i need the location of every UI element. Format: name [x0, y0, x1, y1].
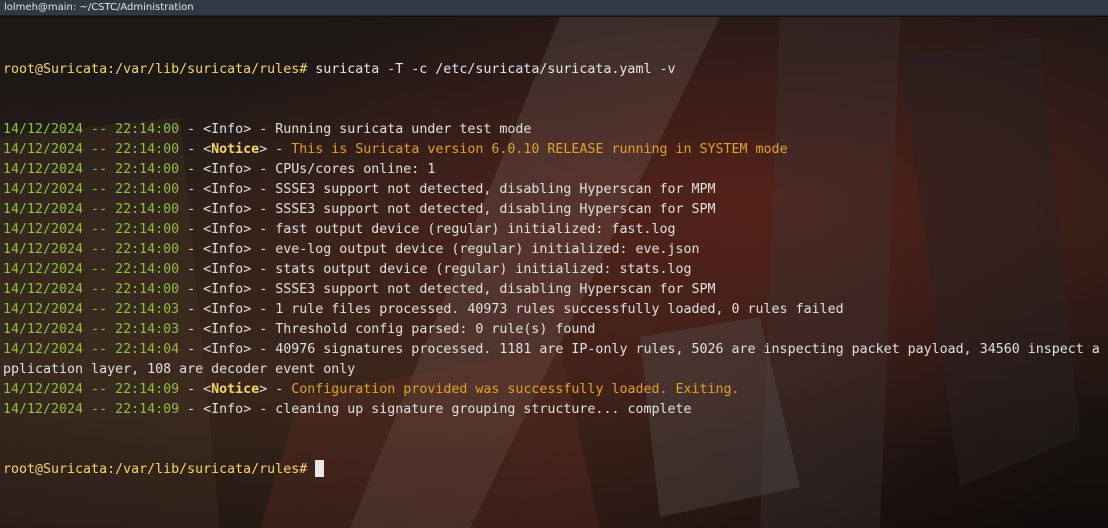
log-timestamp: 14/12/2024 -- 22:14:00: [3, 122, 180, 137]
final-prompt-line: root@Suricata:/var/lib/suricata/rules#: [3, 460, 1105, 480]
log-line: 14/12/2024 -- 22:14:00 - <Info> - stats …: [3, 260, 1105, 280]
log-timestamp: 14/12/2024 -- 22:14:00: [3, 262, 180, 277]
log-separator: - <: [179, 202, 212, 217]
log-separator: - <: [179, 262, 212, 277]
log-separator: - <: [179, 402, 212, 417]
log-message: cleaning up signature grouping structure…: [275, 402, 692, 417]
log-timestamp: 14/12/2024 -- 22:14:00: [3, 142, 180, 157]
terminal-area[interactable]: root@Suricata:/var/lib/suricata/rules# s…: [0, 17, 1108, 528]
log-timestamp: 14/12/2024 -- 22:14:00: [3, 182, 180, 197]
log-separator: > -: [243, 282, 276, 297]
log-timestamp: 14/12/2024 -- 22:14:09: [3, 402, 180, 417]
log-separator: - <: [179, 302, 212, 317]
log-level-tag: Info: [211, 202, 244, 217]
log-separator: > -: [243, 202, 276, 217]
log-level-tag: Info: [211, 282, 244, 297]
log-timestamp: 14/12/2024 -- 22:14:00: [3, 282, 180, 297]
log-level-tag: Info: [211, 222, 244, 237]
log-line: 14/12/2024 -- 22:14:04 - <Info> - 40976 …: [3, 340, 1105, 380]
shell-prompt: root@Suricata:/var/lib/suricata/rules#: [3, 62, 308, 77]
shell-prompt: root@Suricata:/var/lib/suricata/rules#: [3, 462, 308, 477]
log-separator: - <: [179, 142, 212, 157]
log-message: SSSE3 support not detected, disabling Hy…: [275, 282, 716, 297]
log-separator: - <: [179, 242, 212, 257]
log-timestamp: 14/12/2024 -- 22:14:00: [3, 162, 180, 177]
log-level-tag: Info: [211, 162, 244, 177]
log-timestamp: 14/12/2024 -- 22:14:00: [3, 202, 180, 217]
log-level-tag: Notice: [211, 142, 260, 157]
terminal-output: root@Suricata:/var/lib/suricata/rules# s…: [3, 20, 1105, 520]
log-message: fast output device (regular) initialized…: [275, 222, 676, 237]
log-line: 14/12/2024 -- 22:14:00 - <Notice> - This…: [3, 140, 1105, 160]
log-output: 14/12/2024 -- 22:14:00 - <Info> - Runnin…: [3, 120, 1105, 420]
window-title: lolmeh@main: ~/CSTC/Administration: [0, 0, 1108, 16]
text-cursor: [315, 460, 325, 477]
log-separator: - <: [179, 122, 212, 137]
prompt-input-text[interactable]: [307, 462, 315, 477]
log-message: 1 rule files processed. 40973 rules succ…: [275, 302, 844, 317]
log-message: CPUs/cores online: 1: [275, 162, 436, 177]
log-level-tag: Notice: [211, 382, 260, 397]
log-level-tag: Info: [211, 242, 244, 257]
log-message: eve-log output device (regular) initiali…: [275, 242, 700, 257]
log-separator: - <: [179, 222, 212, 237]
log-separator: - <: [179, 342, 212, 357]
log-message: SSSE3 support not detected, disabling Hy…: [275, 202, 716, 217]
log-separator: - <: [179, 162, 212, 177]
log-message: Configuration provided was successfully …: [291, 382, 740, 397]
log-line: 14/12/2024 -- 22:14:00 - <Info> - SSSE3 …: [3, 180, 1105, 200]
log-level-tag: Info: [211, 182, 244, 197]
log-timestamp: 14/12/2024 -- 22:14:03: [3, 322, 180, 337]
log-separator: > -: [259, 142, 292, 157]
log-line: 14/12/2024 -- 22:14:00 - <Info> - fast o…: [3, 220, 1105, 240]
log-separator: > -: [243, 162, 276, 177]
log-line: 14/12/2024 -- 22:14:00 - <Info> - CPUs/c…: [3, 160, 1105, 180]
log-separator: > -: [243, 222, 276, 237]
log-separator: > -: [243, 242, 276, 257]
log-message: stats output device (regular) initialize…: [275, 262, 692, 277]
log-level-tag: Info: [211, 402, 244, 417]
terminal-window: lolmeh@main: ~/CSTC/Administration root@…: [0, 0, 1108, 528]
log-line: 14/12/2024 -- 22:14:03 - <Info> - 1 rule…: [3, 300, 1105, 320]
log-separator: > -: [243, 262, 276, 277]
log-separator: - <: [179, 182, 212, 197]
log-level-tag: Info: [211, 342, 244, 357]
log-separator: - <: [179, 382, 212, 397]
log-message: Running suricata under test mode: [275, 122, 532, 137]
log-line: 14/12/2024 -- 22:14:09 - <Notice> - Conf…: [3, 380, 1105, 400]
command-text: suricata -T -c /etc/suricata/suricata.ya…: [307, 62, 676, 77]
log-separator: > -: [243, 402, 276, 417]
log-separator: - <: [179, 282, 212, 297]
log-level-tag: Info: [211, 122, 244, 137]
log-message: This is Suricata version 6.0.10 RELEASE …: [291, 142, 788, 157]
log-separator: > -: [243, 182, 276, 197]
log-timestamp: 14/12/2024 -- 22:14:09: [3, 382, 180, 397]
log-timestamp: 14/12/2024 -- 22:14:00: [3, 222, 180, 237]
log-separator: > -: [243, 122, 276, 137]
log-timestamp: 14/12/2024 -- 22:14:03: [3, 302, 180, 317]
log-separator: > -: [243, 342, 276, 357]
log-line: 14/12/2024 -- 22:14:09 - <Info> - cleani…: [3, 400, 1105, 420]
log-separator: - <: [179, 322, 212, 337]
log-separator: > -: [243, 302, 276, 317]
log-timestamp: 14/12/2024 -- 22:14:00: [3, 242, 180, 257]
log-line: 14/12/2024 -- 22:14:03 - <Info> - Thresh…: [3, 320, 1105, 340]
log-level-tag: Info: [211, 322, 244, 337]
command-line: root@Suricata:/var/lib/suricata/rules# s…: [3, 60, 1105, 80]
log-line: 14/12/2024 -- 22:14:00 - <Info> - SSSE3 …: [3, 280, 1105, 300]
log-level-tag: Info: [211, 302, 244, 317]
log-message: SSSE3 support not detected, disabling Hy…: [275, 182, 716, 197]
log-level-tag: Info: [211, 262, 244, 277]
log-line: 14/12/2024 -- 22:14:00 - <Info> - SSSE3 …: [3, 200, 1105, 220]
log-timestamp: 14/12/2024 -- 22:14:04: [3, 342, 180, 357]
log-line: 14/12/2024 -- 22:14:00 - <Info> - eve-lo…: [3, 240, 1105, 260]
log-message: Threshold config parsed: 0 rule(s) found: [275, 322, 596, 337]
log-separator: > -: [243, 322, 276, 337]
log-separator: > -: [259, 382, 292, 397]
log-line: 14/12/2024 -- 22:14:00 - <Info> - Runnin…: [3, 120, 1105, 140]
